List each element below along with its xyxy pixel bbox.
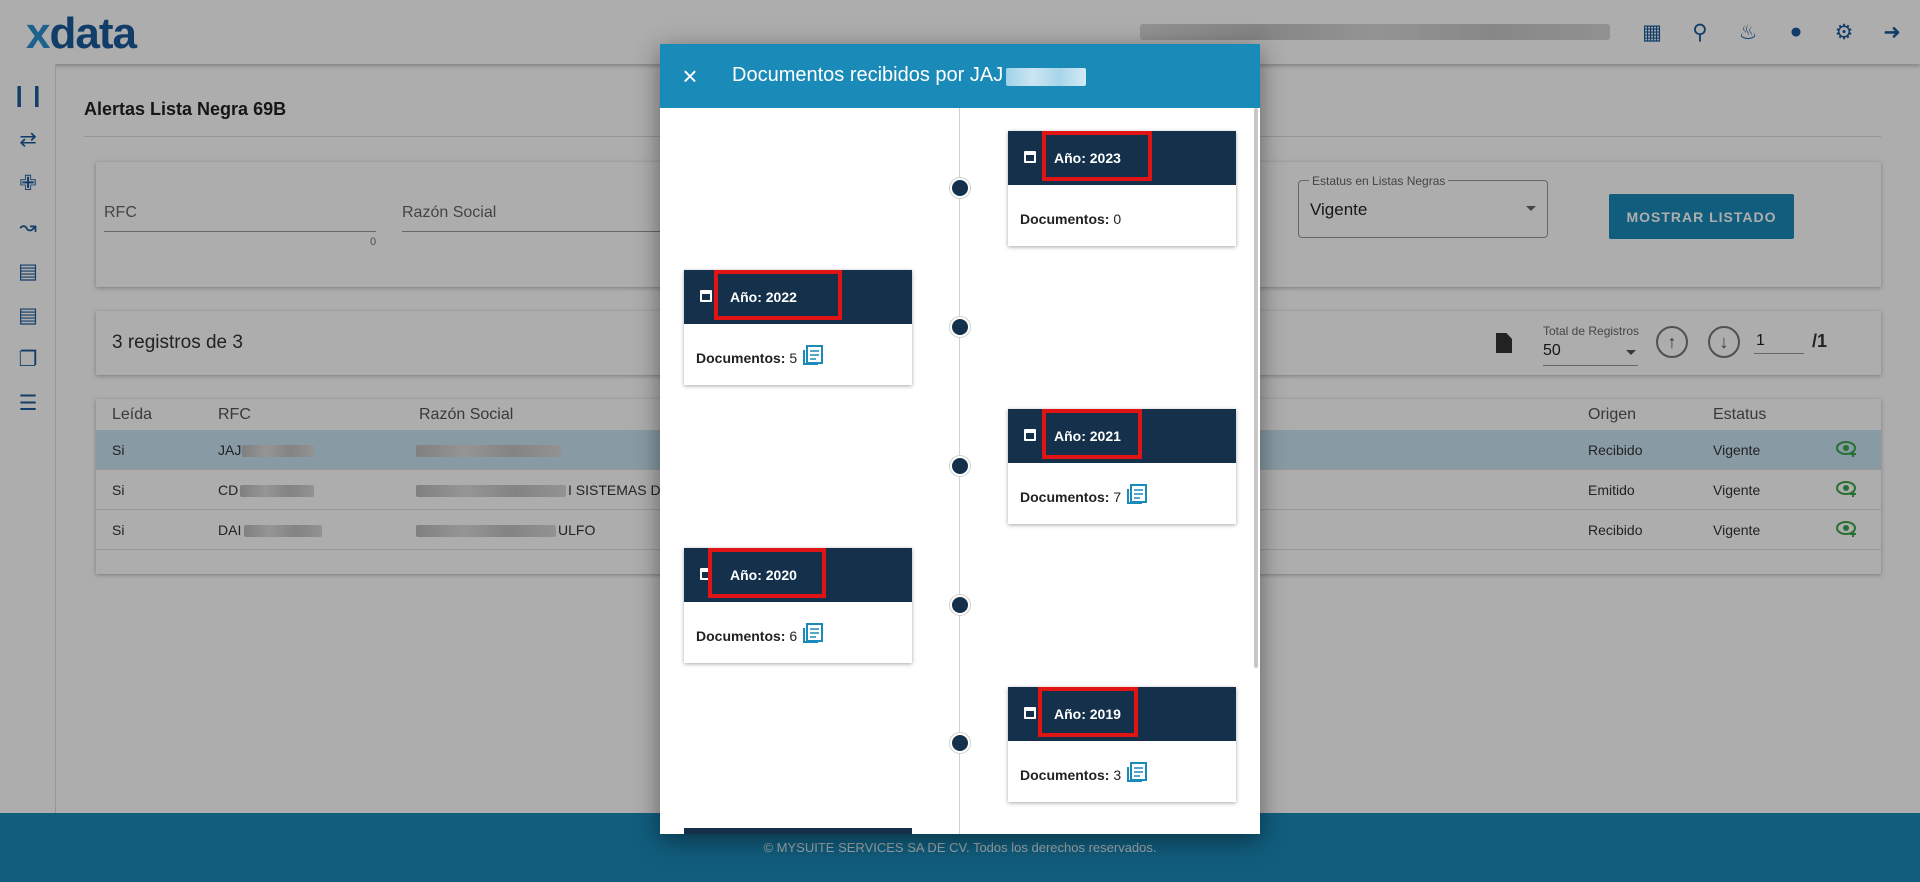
document-list-icon[interactable] bbox=[802, 622, 824, 644]
year-card-header: Año: 2023 bbox=[1008, 131, 1236, 185]
year-label: Año: 2020 bbox=[730, 567, 797, 583]
redacted bbox=[1006, 68, 1086, 86]
timeline-dot bbox=[950, 456, 970, 476]
scrollbar[interactable] bbox=[1254, 108, 1258, 668]
timeline-dot bbox=[950, 595, 970, 615]
year-card-2019: Año: 2019 Documentos: 3 bbox=[1008, 687, 1236, 802]
year-label: Año: 2023 bbox=[1054, 150, 1121, 166]
calendar-icon bbox=[1024, 707, 1036, 719]
year-label: Año: 2019 bbox=[1054, 706, 1121, 722]
documents-count: Documentos: 3 bbox=[1020, 767, 1122, 783]
documents-count: Documentos: 7 bbox=[1020, 489, 1122, 505]
timeline-dot bbox=[950, 317, 970, 337]
year-label: Año: 2022 bbox=[730, 289, 797, 305]
modal-title: Documentos recibidos por JAJ bbox=[732, 64, 1004, 86]
close-icon[interactable]: × bbox=[674, 60, 706, 92]
year-card-header: Año: 2022 bbox=[684, 270, 912, 324]
year-card-2021: Año: 2021 Documentos: 7 bbox=[1008, 409, 1236, 524]
year-card-2020: Año: 2020 Documentos: 6 bbox=[684, 548, 912, 663]
year-card-2023: Año: 2023 Documentos: 0 bbox=[1008, 131, 1236, 246]
year-card-header: Año: 2020 bbox=[684, 548, 912, 602]
document-list-icon[interactable] bbox=[1126, 761, 1148, 783]
document-list-icon[interactable] bbox=[802, 344, 824, 366]
documents-modal: × Documentos recibidos por JAJ Año: 2023… bbox=[660, 44, 1260, 834]
timeline-dot bbox=[950, 178, 970, 198]
documents-count: Documentos: 0 bbox=[1020, 211, 1122, 227]
year-card-header: Año: 2019 bbox=[1008, 687, 1236, 741]
document-list-icon[interactable] bbox=[1126, 483, 1148, 505]
timeline-dot bbox=[950, 733, 970, 753]
year-card-header: Año: 2021 bbox=[1008, 409, 1236, 463]
calendar-icon bbox=[1024, 151, 1036, 163]
year-card-2022: Año: 2022 Documentos: 5 bbox=[684, 270, 912, 385]
calendar-icon bbox=[700, 290, 712, 302]
year-label: Año: 2021 bbox=[1054, 428, 1121, 444]
calendar-icon bbox=[1024, 429, 1036, 441]
documents-count: Documentos: 6 bbox=[696, 628, 798, 644]
documents-count: Documentos: 5 bbox=[696, 350, 798, 366]
modal-header: × Documentos recibidos por JAJ bbox=[660, 44, 1260, 108]
year-card-partial bbox=[684, 828, 912, 834]
